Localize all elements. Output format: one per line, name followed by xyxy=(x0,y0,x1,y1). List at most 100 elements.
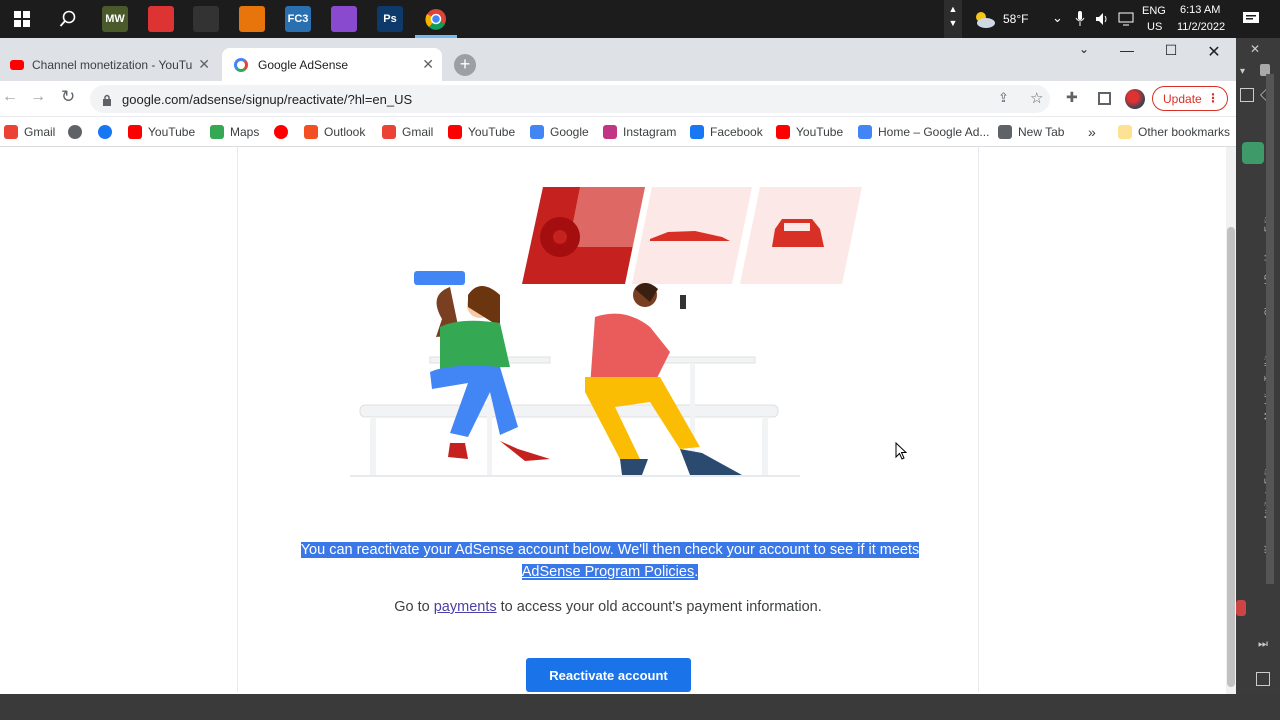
bookmark-favicon-icon xyxy=(128,125,142,139)
blender-app-icon[interactable] xyxy=(239,6,265,32)
more-bookmarks-icon[interactable]: » xyxy=(1088,123,1096,141)
bookmark-item[interactable]: Gmail xyxy=(4,123,55,141)
policies-suffix: . xyxy=(694,564,699,580)
chrome-app-icon[interactable] xyxy=(415,0,457,38)
back-icon[interactable]: ← xyxy=(2,88,18,106)
reload-icon[interactable]: ↻ xyxy=(61,87,75,107)
bookmark-item[interactable]: YouTube xyxy=(776,123,843,141)
goto-suffix: to access your old account's payment inf… xyxy=(496,599,822,615)
search-icon[interactable] xyxy=(59,10,77,28)
speaker-icon[interactable] xyxy=(1095,12,1111,26)
bookmark-favicon-icon xyxy=(998,125,1012,139)
content-right-border xyxy=(978,147,979,692)
tab-title: Channel monetization - YouTube xyxy=(32,57,192,72)
lock-icon[interactable] xyxy=(102,93,112,106)
panel-tool-icon[interactable] xyxy=(1240,88,1254,102)
reactivate-account-button[interactable]: Reactivate account xyxy=(526,658,691,692)
mouse-cursor-icon xyxy=(895,441,908,460)
adsense-policies-link[interactable]: AdSense Program Policies xyxy=(522,564,694,580)
panel-box-icon[interactable] xyxy=(1256,672,1270,686)
bookmark-favicon-icon xyxy=(690,125,704,139)
bookmark-item[interactable]: Gmail xyxy=(382,123,433,141)
bookmark-item[interactable]: Maps xyxy=(210,123,259,141)
tab-channel-monetization[interactable]: Channel monetization - YouTube ✕ xyxy=(2,48,218,81)
bookmark-label: New Tab xyxy=(1018,125,1065,139)
bookmark-item[interactable]: Home – Google Ad... xyxy=(858,123,989,141)
bookmark-item[interactable] xyxy=(98,123,118,141)
bookmark-item[interactable]: New Tab xyxy=(998,123,1064,141)
bookmark-item[interactable]: Google xyxy=(530,123,589,141)
tab-close-icon[interactable]: ✕ xyxy=(198,56,210,73)
network-icon[interactable] xyxy=(1118,12,1134,26)
panel-scrollbar[interactable] xyxy=(1266,74,1274,584)
bookmark-label: Outlook xyxy=(324,125,366,139)
bookmark-favicon-icon xyxy=(274,125,288,139)
goto-prefix: Go to xyxy=(394,599,434,615)
colorapp-app-icon[interactable] xyxy=(331,6,357,32)
microphone-icon[interactable] xyxy=(1075,11,1085,27)
maximize-button[interactable]: ☐ xyxy=(1156,42,1186,59)
browser-toolbar: ← → ↻ google.com/adsense/signup/reactiva… xyxy=(0,81,1236,117)
other-bookmarks[interactable]: Other bookmarks xyxy=(1118,123,1230,141)
tab-search-icon[interactable]: ⌄ xyxy=(1069,42,1099,56)
bookmark-label: YouTube xyxy=(468,125,516,139)
clock-time[interactable]: 6:13 AM xyxy=(1180,4,1220,16)
page-content: You can reactivate your AdSense account … xyxy=(0,147,1236,694)
language-eng[interactable]: ENG xyxy=(1142,5,1166,17)
windows-taskbar: MW FC3 Ps ▲ ▼ 58°F ⌄ ENG US 6:13 AM 11/2/2… xyxy=(0,0,1280,38)
forward-icon[interactable]: → xyxy=(30,88,46,106)
bookmark-label: Facebook xyxy=(710,125,763,139)
weather-temp[interactable]: 58°F xyxy=(1003,12,1028,26)
panel-green-icon[interactable] xyxy=(1242,142,1264,164)
skip-end-icon[interactable]: ⏭ xyxy=(1258,638,1268,651)
panel-red-icon[interactable] xyxy=(1236,600,1246,616)
tab-title: Google AdSense xyxy=(258,57,349,72)
language-us[interactable]: US xyxy=(1147,21,1162,33)
terminal-app-icon[interactable] xyxy=(193,6,219,32)
bookmark-item[interactable] xyxy=(68,123,88,141)
share-icon[interactable]: ⇪ xyxy=(998,90,1009,106)
paint-app-icon[interactable] xyxy=(148,6,174,32)
bookmark-item[interactable]: YouTube xyxy=(128,123,195,141)
tray-scroll[interactable]: ▲ ▼ xyxy=(944,0,962,38)
address-bar[interactable]: google.com/adsense/signup/reactivate/?hl… xyxy=(90,85,1050,113)
photoshop-app-icon[interactable]: Ps xyxy=(377,6,403,32)
bench xyxy=(350,404,800,477)
minimize-button[interactable]: — xyxy=(1112,42,1142,58)
panel-menu-icon[interactable]: ▾ xyxy=(1240,66,1245,77)
tab-strip: Channel monetization - YouTube ✕ Google … xyxy=(0,38,1236,81)
bookmark-item[interactable] xyxy=(274,123,294,141)
bookmark-item[interactable]: YouTube xyxy=(448,123,515,141)
bookmark-favicon-icon xyxy=(448,125,462,139)
close-window-button[interactable]: ✕ xyxy=(1199,42,1229,62)
new-tab-button[interactable]: + xyxy=(454,54,476,76)
mw-app-icon[interactable]: MW xyxy=(102,6,128,32)
panel-close-icon[interactable]: ✕ xyxy=(1250,42,1260,56)
side-panel-icon[interactable] xyxy=(1098,92,1111,105)
bookmark-label: Home – Google Ad... xyxy=(878,125,990,139)
bookmark-item[interactable]: Facebook xyxy=(690,123,763,141)
profile-avatar[interactable] xyxy=(1125,89,1145,109)
clock-date[interactable]: 11/2/2022 xyxy=(1177,21,1225,33)
bookmark-label: Gmail xyxy=(402,125,434,139)
notification-icon[interactable] xyxy=(1242,11,1260,27)
payments-link[interactable]: payments xyxy=(434,599,497,615)
update-button[interactable]: Update ⋮ xyxy=(1152,86,1228,111)
bookmark-item[interactable]: Outlook xyxy=(304,123,365,141)
bookmark-favicon-icon xyxy=(530,125,544,139)
tab-close-icon[interactable]: ✕ xyxy=(422,56,434,73)
bookmark-item[interactable]: Instagram xyxy=(603,123,676,141)
tab-google-adsense[interactable]: Google AdSense ✕ xyxy=(222,48,442,81)
car-tile-3 xyxy=(740,187,862,284)
scrollbar-thumb[interactable] xyxy=(1227,227,1235,687)
weather-icon[interactable] xyxy=(972,9,996,29)
chevron-up-icon[interactable]: ⌄ xyxy=(1052,10,1063,26)
extensions-icon[interactable]: ✚ xyxy=(1066,89,1078,106)
bookmark-favicon-icon xyxy=(4,125,18,139)
fc3-app-icon[interactable]: FC3 xyxy=(285,6,311,32)
car-tile-1 xyxy=(522,187,645,284)
windows-start-icon[interactable] xyxy=(14,11,30,27)
url-text[interactable]: google.com/adsense/signup/reactivate/?hl… xyxy=(122,92,412,107)
bookmark-star-icon[interactable]: ☆ xyxy=(1030,89,1043,107)
content-left-border xyxy=(237,147,238,692)
